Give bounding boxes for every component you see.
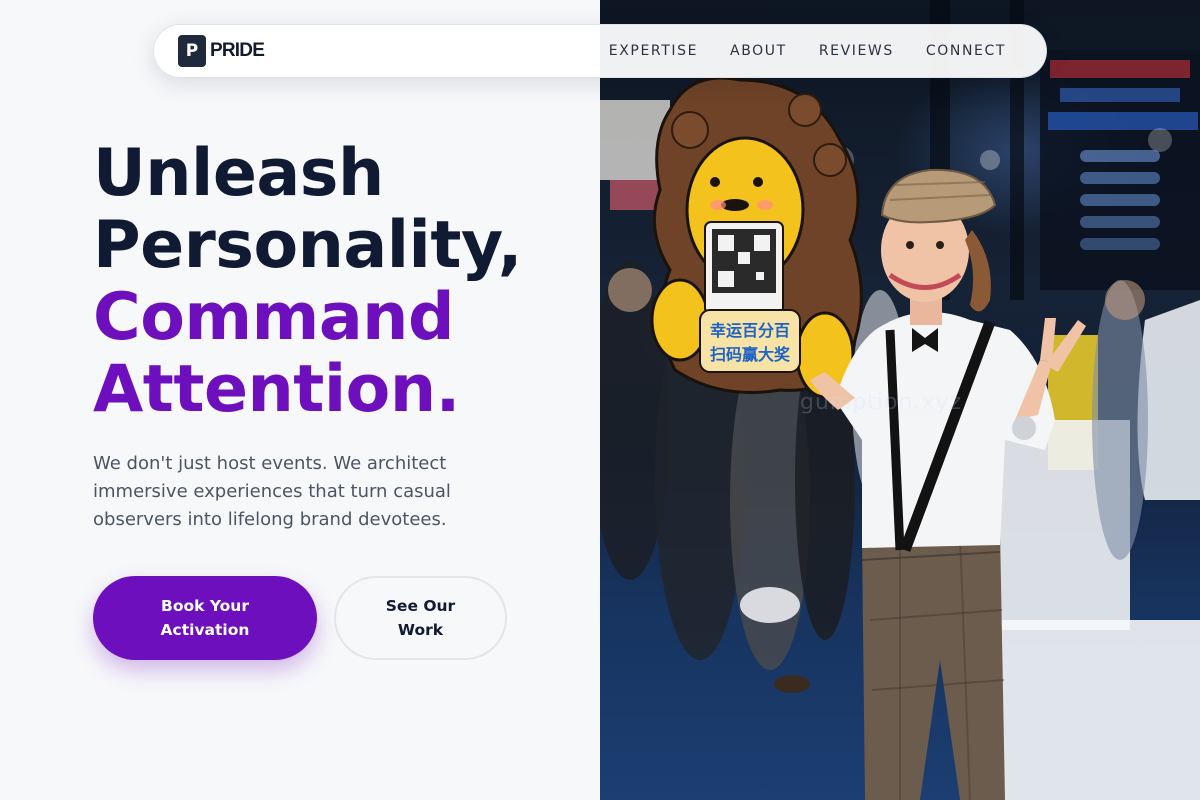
headline-line-1: Unleash (93, 136, 384, 211)
secondary-cta-line-2: Work (397, 621, 444, 639)
headline-line-2: Personality, (93, 208, 522, 283)
hero-photo: 幸运百分百 扫码赢大奖 gumption.xyz (600, 0, 1200, 800)
book-activation-button[interactable]: Book Your Activation (93, 576, 317, 660)
nav-link-expertise[interactable]: EXPERTISE (593, 43, 714, 59)
lion-sign: 幸运百分百 扫码赢大奖 (650, 76, 863, 399)
secondary-cta-line-1: See Our (385, 597, 456, 615)
nav-links: EXPERTISE ABOUT REVIEWS CONNECT (593, 43, 1022, 59)
primary-cta-line-1: Book Your (161, 597, 249, 615)
top-navbar: P PRIDE EXPERTISE ABOUT REVIEWS CONNECT (153, 24, 1047, 78)
sign-text-line2: 扫码赢大奖 (710, 345, 791, 364)
hero-subtext: We don't just host events. We architect … (93, 453, 451, 530)
brand-name: PRIDE (210, 40, 265, 61)
hero-headline: Unleash Personality, Command Attention. (93, 138, 563, 426)
nav-link-reviews[interactable]: REVIEWS (803, 43, 910, 59)
brand-logo[interactable]: P PRIDE (178, 35, 265, 67)
nav-link-connect[interactable]: CONNECT (910, 43, 1022, 59)
sign-text-line1: 幸运百分百 (710, 321, 790, 340)
primary-cta-line-2: Activation (160, 621, 250, 639)
see-our-work-button[interactable]: See Our Work (334, 576, 507, 660)
nav-link-about[interactable]: ABOUT (714, 43, 803, 59)
brand-mark-icon: P (178, 35, 206, 67)
watermark-text: gumption.xyz (800, 390, 963, 415)
headline-line-4: Attention. (93, 352, 460, 427)
headline-line-3: Command (93, 280, 454, 355)
hero-cta-group: Book Your Activation See Our Work (93, 576, 507, 660)
hero-section: Unleash Personality, Command Attention. … (93, 138, 563, 534)
